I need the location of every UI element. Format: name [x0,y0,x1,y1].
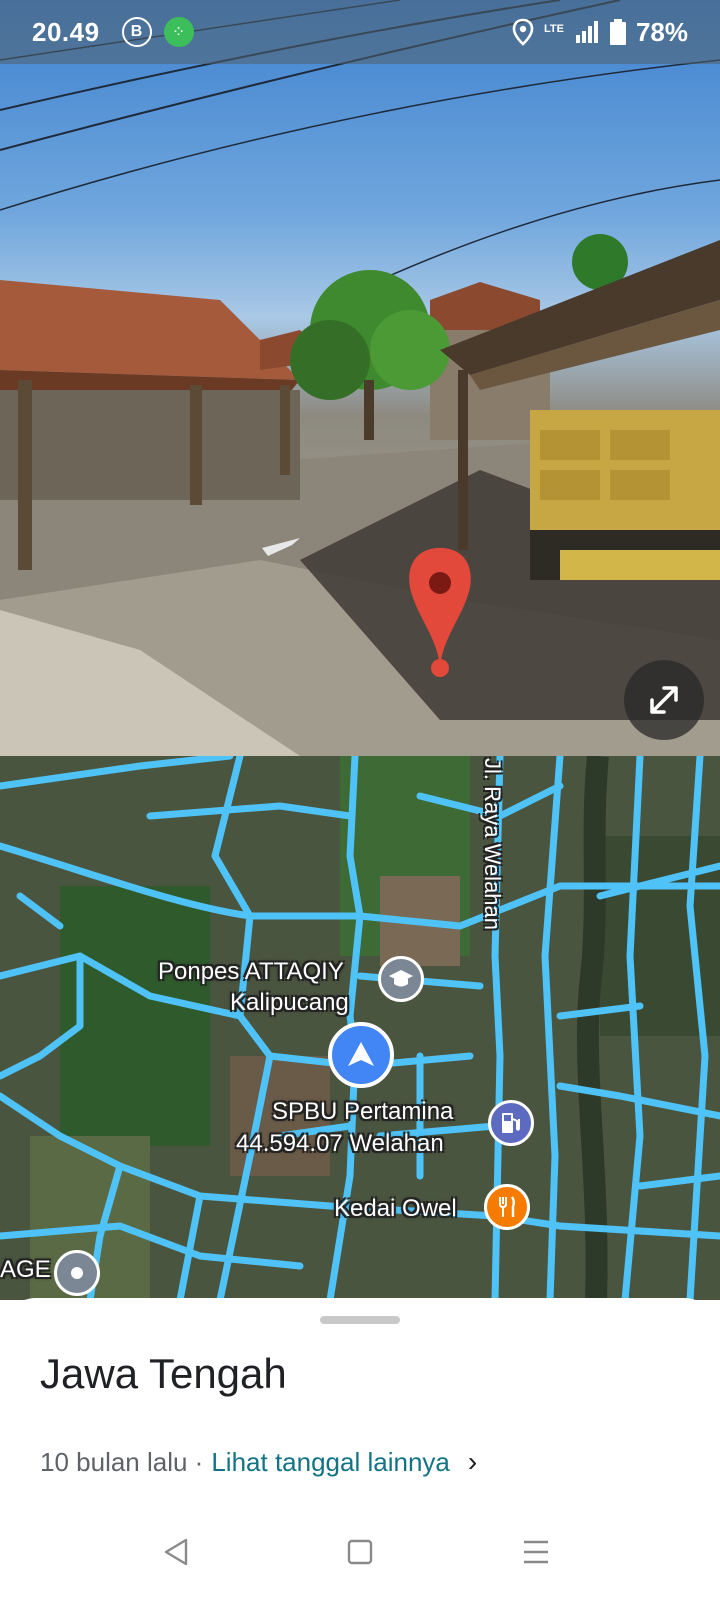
view-direction-arrow-icon [348,1042,374,1066]
battery-icon [609,19,626,45]
menu-lines-icon [524,1540,548,1564]
app-notification-icon: ⁘ [163,17,194,47]
poi-label-ponpes-place[interactable]: Kalipucang [230,989,349,1017]
partial-poi-marker[interactable] [54,1250,100,1296]
capture-date-row: 10 bulan lalu · Lihat tanggal lainnya › [40,1446,477,1478]
back-triangle-icon [164,1538,188,1566]
restaurant-poi-marker[interactable] [484,1184,530,1230]
poi-label-partial: AGE [0,1256,51,1283]
capture-time-ago: 10 bulan lalu · [40,1446,204,1477]
home-button[interactable] [330,1522,390,1582]
graduation-cap-icon [389,970,413,987]
status-bar: 20.49 B ⁘ LTE 78% [0,0,720,64]
place-title: Jawa Tengah [40,1350,287,1397]
battery-percent: 78% [635,16,688,47]
back-button[interactable] [146,1522,206,1582]
current-view-position-marker [328,1022,394,1088]
status-time: 20.49 [32,16,100,47]
poi-label-spbu-name[interactable]: SPBU Pertamina [272,1098,453,1126]
poi-label-kedai-owel[interactable]: Kedai Owel [334,1195,457,1223]
b-notification-icon: B [121,17,152,47]
chevron-right-icon[interactable]: › [468,1446,477,1478]
see-other-dates-link[interactable]: Lihat tanggal lainnya [211,1447,450,1478]
fork-knife-icon [499,1196,515,1217]
sheet-drag-handle[interactable] [320,1316,400,1324]
poi-label-spbu-code[interactable]: 44.594.07 Welahan [236,1130,444,1158]
expand-fullscreen-button[interactable] [624,660,704,740]
street-view-image [0,0,720,756]
network-type: LTE [543,22,564,35]
fuel-poi-marker[interactable] [488,1100,534,1146]
expand-icon [650,686,678,714]
location-icon [512,18,534,46]
recents-button[interactable] [506,1522,566,1582]
poi-label-ponpes-name[interactable]: Ponpes ATTAQIY [158,958,344,986]
place-icon [71,1267,83,1279]
signal-icon [575,21,598,43]
school-poi-marker[interactable] [378,956,424,1002]
system-nav-bar [0,1502,720,1600]
road-label-raya-welahan: Jl. Raya Welahan [480,758,505,931]
street-view-panorama[interactable] [0,0,720,756]
fuel-pump-icon [502,1113,520,1133]
home-square-icon [347,1539,373,1565]
